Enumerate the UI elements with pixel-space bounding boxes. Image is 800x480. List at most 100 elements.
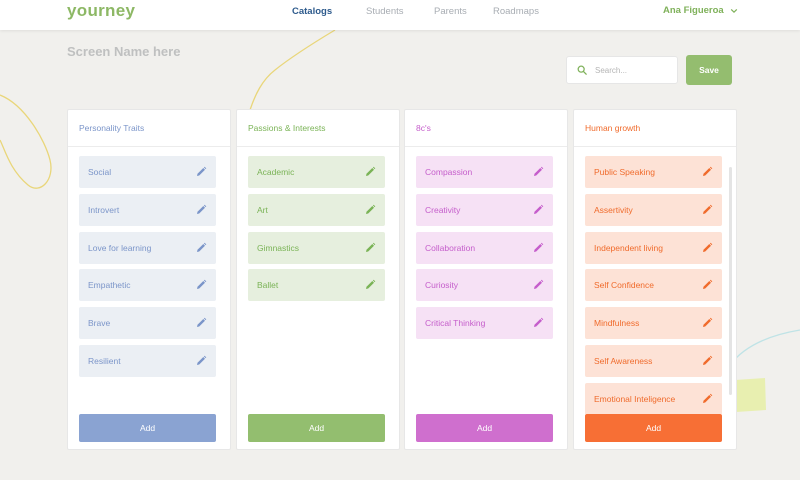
pencil-icon[interactable] xyxy=(195,279,207,291)
card-title: Human growth xyxy=(585,123,641,133)
list-item[interactable]: Creativity xyxy=(416,193,553,226)
pencil-icon[interactable] xyxy=(195,242,207,254)
list-item[interactable]: Self Confidence xyxy=(585,269,722,302)
pencil-icon[interactable] xyxy=(701,317,713,329)
list-item-label: Empathetic xyxy=(88,280,131,291)
list-item-label: Mindfulness xyxy=(594,318,640,329)
card-divider xyxy=(405,146,567,147)
search-box[interactable] xyxy=(566,56,678,84)
pencil-icon[interactable] xyxy=(364,242,376,254)
list-item[interactable]: Art xyxy=(248,193,385,226)
list-item-label: Love for learning xyxy=(88,242,152,253)
pencil-icon[interactable] xyxy=(532,279,544,291)
pencil-icon[interactable] xyxy=(701,242,713,254)
list-item[interactable]: Introvert xyxy=(79,193,216,226)
list-item-label: Self Confidence xyxy=(594,280,655,291)
pencil-icon[interactable] xyxy=(701,393,713,405)
nav-catalogs[interactable]: Catalogs xyxy=(292,6,332,17)
pencil-icon[interactable] xyxy=(532,242,544,254)
list-item[interactable]: Love for learning xyxy=(79,231,216,264)
nav-parents[interactable]: Parents xyxy=(434,6,467,17)
card-title: Personality Traits xyxy=(79,123,145,133)
list-item-label: Public Speaking xyxy=(594,167,655,177)
pencil-icon[interactable] xyxy=(701,279,713,291)
list-item-label: Self Awareness xyxy=(594,355,653,366)
list-item-label: Social xyxy=(88,167,112,177)
list-item[interactable]: Independent living xyxy=(585,231,722,264)
card-divider xyxy=(237,146,399,147)
add-button[interactable]: Add xyxy=(248,414,385,442)
card-title: 8c's xyxy=(416,123,431,133)
list-item[interactable]: Ballet xyxy=(248,269,385,302)
list-item[interactable]: Gimnastics xyxy=(248,231,385,264)
list-item-label: Academic xyxy=(257,167,295,177)
add-button[interactable]: Add xyxy=(585,414,722,442)
chevron-down-icon xyxy=(730,8,737,13)
nav-roadmaps[interactable]: Roadmaps xyxy=(493,6,539,17)
list-item-label: Brave xyxy=(88,318,111,329)
list-item-label: Independent living xyxy=(594,242,664,253)
list-item-label: Resilient xyxy=(88,355,121,366)
pencil-icon[interactable] xyxy=(701,204,713,216)
save-button[interactable]: Save xyxy=(686,55,732,85)
list-item[interactable]: Self Awareness xyxy=(585,344,722,377)
scrollbar[interactable] xyxy=(729,167,732,395)
list-item-label: Ballet xyxy=(257,280,279,291)
list-item-label: Compassion xyxy=(425,167,473,177)
list-item-label: Gimnastics xyxy=(257,242,300,253)
user-name: Ana Figueroa xyxy=(663,5,724,16)
list-item[interactable]: Social xyxy=(79,156,216,188)
top-navigation-bar: yourney Catalogs Students Parents Roadma… xyxy=(0,0,800,30)
list-item-label: Critical Thinking xyxy=(425,318,486,329)
card-divider xyxy=(574,146,736,147)
pencil-icon[interactable] xyxy=(364,204,376,216)
list-item[interactable]: Mindfulness xyxy=(585,307,722,340)
item-list: Academic Art Gimnastics Ballet xyxy=(248,156,385,414)
pencil-icon[interactable] xyxy=(701,355,713,367)
catalog-card-8cs: 8c's Compassion Creativity Collaboration Cu… xyxy=(404,109,568,450)
pencil-icon[interactable] xyxy=(195,355,207,367)
page-title: Screen Name here xyxy=(67,44,181,59)
pencil-icon[interactable] xyxy=(364,166,376,178)
list-item[interactable]: Empathetic xyxy=(79,269,216,302)
list-item[interactable]: Critical Thinking xyxy=(416,307,553,340)
list-item-label: Collaboration xyxy=(425,242,476,253)
list-item[interactable]: Emotional Inteligence xyxy=(585,382,722,414)
list-item[interactable]: Curiosity xyxy=(416,269,553,302)
add-button[interactable]: Add xyxy=(416,414,553,442)
search-icon xyxy=(577,65,587,75)
pencil-icon[interactable] xyxy=(532,317,544,329)
list-item-label: Introvert xyxy=(88,204,120,215)
item-list: Compassion Creativity Collaboration Curiosi… xyxy=(416,156,553,414)
search-input[interactable] xyxy=(595,65,670,75)
list-item-label: Creativity xyxy=(425,204,461,215)
list-item[interactable]: Brave xyxy=(79,307,216,340)
list-item-label: Art xyxy=(257,204,268,215)
item-list: Social Introvert Love for learning Empathet… xyxy=(79,156,216,414)
pencil-icon[interactable] xyxy=(195,166,207,178)
catalog-card-personality-traits: Personality Traits Social Introvert Love f… xyxy=(67,109,231,450)
list-item[interactable]: Public Speaking xyxy=(585,156,722,188)
add-button[interactable]: Add xyxy=(79,414,216,442)
list-item[interactable]: Compassion xyxy=(416,156,553,188)
catalog-card-human-growth: Human growth Public Speaking Assertivity I… xyxy=(573,109,737,450)
app-logo[interactable]: yourney xyxy=(67,1,135,21)
card-divider xyxy=(68,146,230,147)
list-item-label: Emotional Inteligence xyxy=(594,393,676,404)
nav-students[interactable]: Students xyxy=(366,6,404,17)
pencil-icon[interactable] xyxy=(532,166,544,178)
user-menu[interactable]: Ana Figueroa xyxy=(663,5,738,16)
list-item[interactable]: Academic xyxy=(248,156,385,188)
pencil-icon[interactable] xyxy=(532,204,544,216)
list-item-label: Curiosity xyxy=(425,280,459,291)
list-item[interactable]: Collaboration xyxy=(416,231,553,264)
list-item[interactable]: Resilient xyxy=(79,344,216,377)
pencil-icon[interactable] xyxy=(364,279,376,291)
pencil-icon[interactable] xyxy=(195,317,207,329)
catalog-card-passions-interests: Passions & Interests Academic Art Gimnasti… xyxy=(236,109,400,450)
card-title: Passions & Interests xyxy=(248,123,326,133)
list-item[interactable]: Assertivity xyxy=(585,193,722,226)
pencil-icon[interactable] xyxy=(195,204,207,216)
item-list: Public Speaking Assertivity Independent li… xyxy=(585,156,722,414)
pencil-icon[interactable] xyxy=(701,166,713,178)
